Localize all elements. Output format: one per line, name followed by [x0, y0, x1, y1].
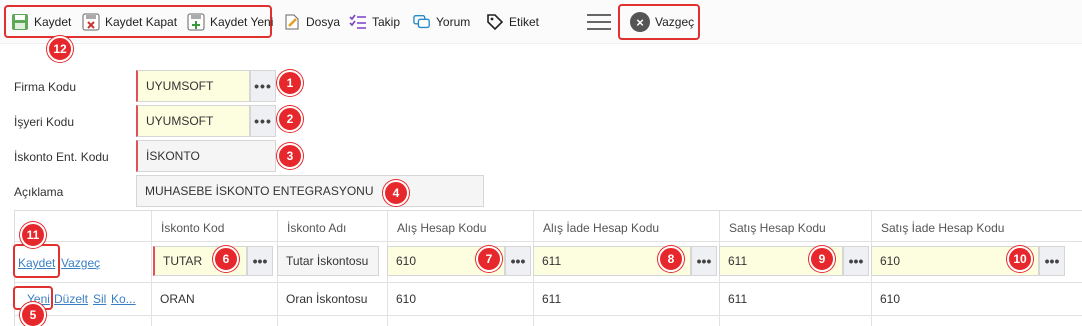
follow-label: Takip: [372, 15, 401, 29]
tag-label: Etiket: [509, 15, 540, 29]
row2-copy-link[interactable]: Ko...: [111, 292, 136, 306]
firma-lookup-button[interactable]: •••: [250, 70, 276, 102]
row-save-link[interactable]: Kaydet: [18, 256, 55, 270]
badge-10: 10: [1007, 246, 1033, 272]
checklist-icon: [349, 13, 367, 31]
aciklama-label: Açıklama: [14, 185, 64, 199]
firma-input[interactable]: UYUMSOFT: [136, 70, 250, 102]
tag-button[interactable]: Etiket: [486, 9, 539, 35]
badge-3: 3: [277, 143, 303, 169]
header-alis-hesap[interactable]: Alış Hesap Kodu: [397, 221, 486, 235]
header-iskonto-adi[interactable]: İskonto Adı: [287, 221, 346, 235]
edit-iskonto-adi-input[interactable]: Tutar İskontosu: [277, 246, 379, 276]
isyeri-input[interactable]: UYUMSOFT: [136, 105, 250, 137]
iskonto-ent-label: İskonto Ent. Kodu: [14, 150, 109, 164]
row2-delete-link[interactable]: Sil: [93, 292, 106, 306]
badge-11: 11: [20, 222, 46, 248]
badge-6: 6: [213, 246, 239, 272]
save-close-button[interactable]: Kaydet Kapat: [82, 9, 177, 35]
toolbar: Kaydet Kaydet Kapat Kaydet Yeni Dosya Ta…: [0, 0, 1082, 44]
header-iskonto-kod[interactable]: İskonto Kod: [161, 221, 224, 235]
row2-kod: ORAN: [160, 292, 195, 306]
isyeri-lookup-button[interactable]: •••: [250, 105, 276, 137]
row2-satis: 611: [728, 292, 748, 306]
save-close-label: Kaydet Kapat: [105, 15, 178, 29]
row2-alis: 610: [396, 292, 417, 306]
file-edit-icon: [283, 13, 301, 31]
file-label: Dosya: [306, 15, 341, 29]
badge-9: 9: [809, 246, 835, 272]
save-icon: [11, 13, 29, 31]
row2-ad: Oran İskontosu: [286, 292, 368, 306]
row2-satis-iade: 610: [880, 292, 901, 306]
row2-alis-iade: 611: [542, 292, 562, 306]
header-satis-hesap[interactable]: Satış Hesap Kodu: [729, 221, 826, 235]
row-cancel-link[interactable]: Vazgeç: [61, 256, 100, 270]
firma-label: Firma Kodu: [14, 80, 77, 94]
badge-5: 5: [20, 302, 46, 326]
badge-8: 8: [658, 246, 684, 272]
comment-button[interactable]: Yorum: [413, 9, 470, 35]
save-new-icon: [187, 13, 205, 31]
isyeri-label: İşyeri Kodu: [14, 115, 75, 129]
save-label: Kaydet: [34, 15, 72, 29]
save-button[interactable]: Kaydet: [11, 9, 71, 35]
follow-button[interactable]: Takip: [349, 9, 400, 35]
badge-2: 2: [277, 106, 303, 132]
edit-satis-hesap-lookup[interactable]: •••: [843, 246, 869, 276]
badge-7: 7: [476, 246, 502, 272]
edit-iskonto-kod-lookup[interactable]: •••: [247, 246, 273, 276]
menu-icon[interactable]: [587, 14, 611, 30]
edit-alis-hesap-lookup[interactable]: •••: [505, 246, 531, 276]
aciklama-input[interactable]: MUHASEBE İSKONTO ENTEGRASYONU: [136, 175, 484, 207]
save-new-button[interactable]: Kaydet Yeni: [187, 9, 273, 35]
header-satis-iade-hesap[interactable]: Satış İade Hesap Kodu: [881, 221, 1004, 235]
file-button[interactable]: Dosya: [283, 9, 340, 35]
cancel-button[interactable]: × Vazgeç: [630, 9, 694, 35]
edit-satis-iade-hesap-lookup[interactable]: •••: [1039, 246, 1065, 276]
save-close-icon: [82, 13, 100, 31]
comment-label: Yorum: [436, 15, 471, 29]
edit-alis-iade-hesap-lookup[interactable]: •••: [691, 246, 717, 276]
save-new-label: Kaydet Yeni: [210, 15, 274, 29]
badge-12: 12: [47, 36, 73, 62]
tag-icon: [486, 13, 504, 31]
comment-icon: [413, 13, 431, 31]
badge-4: 4: [383, 180, 409, 206]
cancel-label: Vazgeç: [655, 15, 695, 29]
badge-1: 1: [277, 70, 303, 96]
iskonto-ent-input[interactable]: İSKONTO: [136, 140, 276, 172]
row2-edit-link[interactable]: Düzelt: [54, 292, 88, 306]
close-icon: ×: [630, 12, 650, 32]
header-alis-iade-hesap[interactable]: Alış İade Hesap Kodu: [543, 221, 659, 235]
